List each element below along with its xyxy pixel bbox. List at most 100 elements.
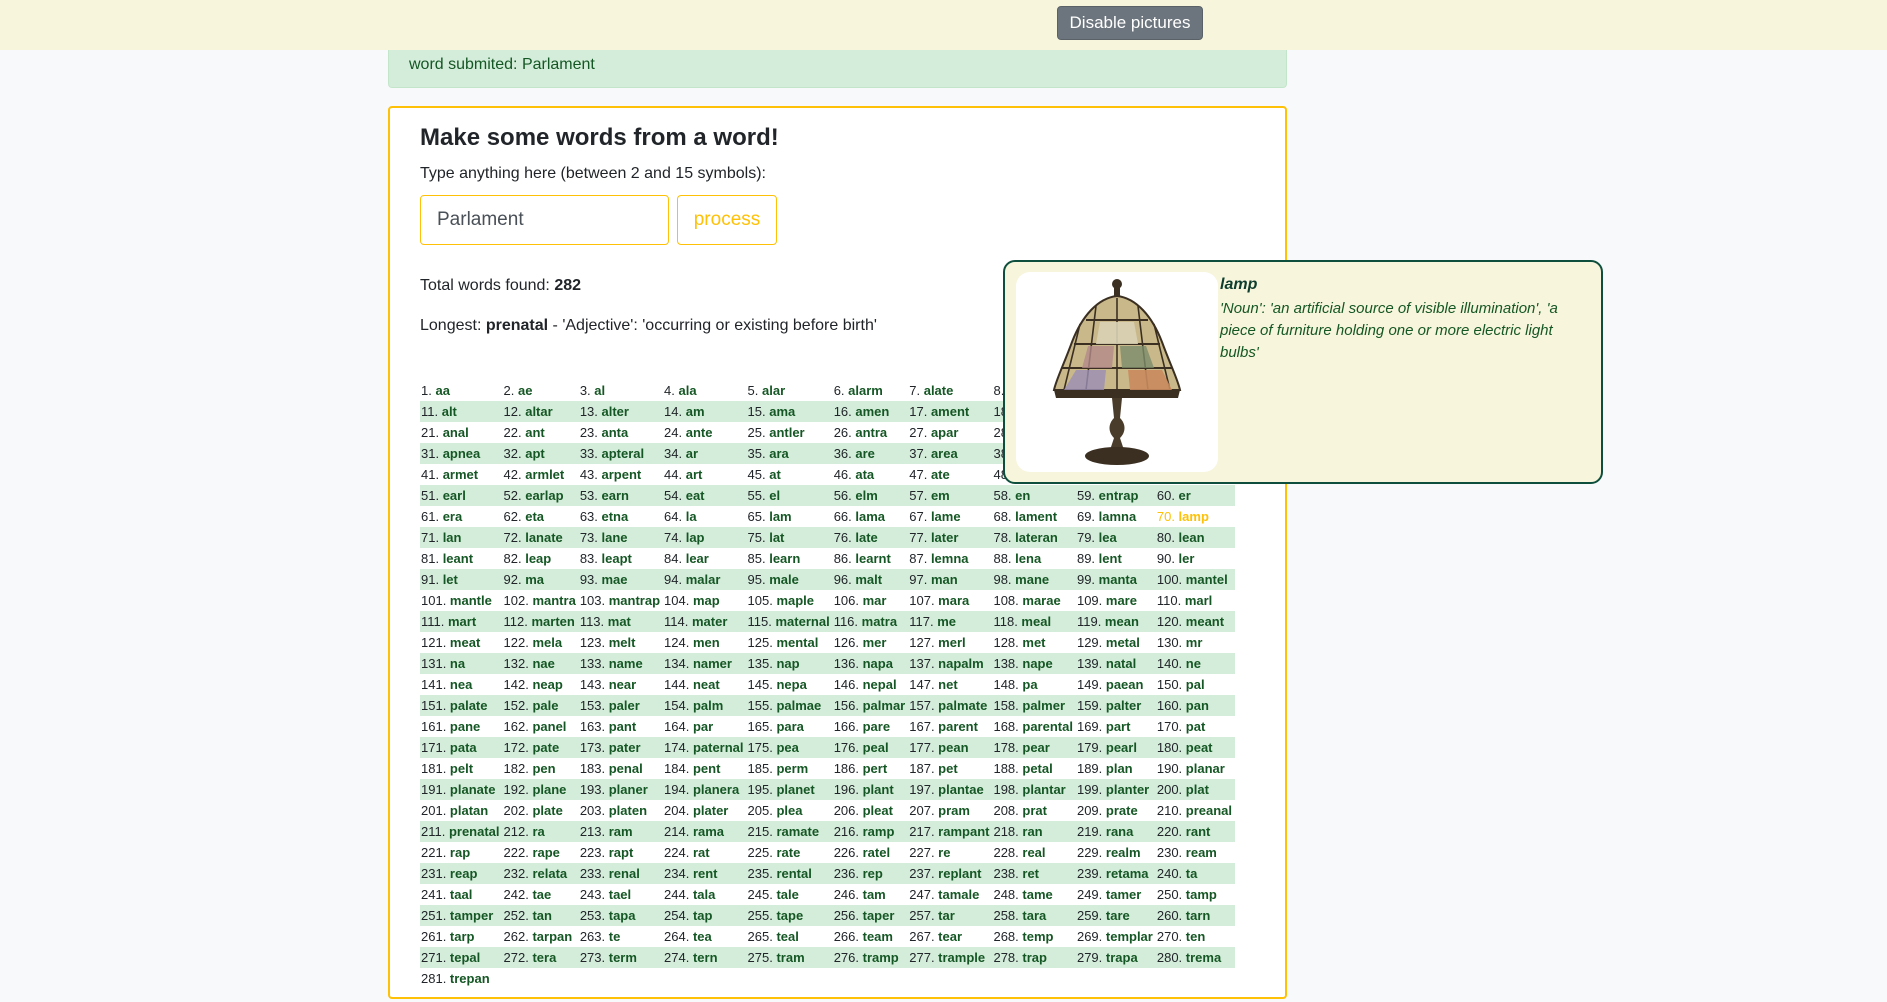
word-item[interactable]: 192. plane (502, 779, 579, 800)
word-item[interactable]: 249. tamer (1075, 884, 1156, 905)
word-item[interactable]: 41. armet (420, 464, 503, 485)
word-item[interactable]: 167. parent (908, 716, 993, 737)
word-item[interactable]: 239. retama (1075, 863, 1156, 884)
word-item[interactable]: 155. palmae (746, 695, 833, 716)
word-item[interactable]: 151. palate (420, 695, 503, 716)
word-item[interactable]: 14. am (663, 401, 747, 422)
word-item[interactable]: 127. merl (908, 632, 993, 653)
word-item[interactable]: 218. ran (992, 821, 1076, 842)
word-item[interactable]: 172. pate (502, 737, 579, 758)
word-item[interactable]: 131. na (420, 653, 503, 674)
word-item[interactable]: 44. art (663, 464, 747, 485)
word-item[interactable]: 269. templar (1075, 926, 1156, 947)
word-item[interactable]: 223. rapt (578, 842, 664, 863)
word-item[interactable]: 144. neat (663, 674, 747, 695)
word-item[interactable]: 99. manta (1075, 569, 1156, 590)
word-item[interactable]: 221. rap (420, 842, 503, 863)
word-item[interactable]: 231. reap (420, 863, 503, 884)
word-item[interactable]: 281. trepan (420, 968, 503, 989)
word-item[interactable]: 11. alt (420, 401, 503, 422)
word-item[interactable]: 43. arpent (578, 464, 664, 485)
word-item[interactable]: 22. ant (502, 422, 579, 443)
word-item[interactable]: 280. trema (1155, 947, 1236, 968)
word-item[interactable]: 247. tamale (908, 884, 993, 905)
word-item[interactable]: 81. leant (420, 548, 503, 569)
word-item[interactable]: 235. rental (746, 863, 833, 884)
word-item[interactable]: 158. palmer (992, 695, 1076, 716)
word-item[interactable]: 113. mat (578, 611, 664, 632)
word-item[interactable]: 103. mantrap (578, 590, 664, 611)
word-item[interactable]: 230. ream (1155, 842, 1236, 863)
word-item[interactable]: 47. ate (908, 464, 993, 485)
word-item[interactable]: 265. teal (746, 926, 833, 947)
word-item[interactable]: 123. melt (578, 632, 664, 653)
word-item[interactable]: 102. mantra (502, 590, 579, 611)
word-item[interactable]: 64. la (663, 506, 747, 527)
word-item[interactable]: 196. plant (832, 779, 909, 800)
word-item[interactable]: 71. lan (420, 527, 503, 548)
word-item[interactable]: 183. penal (578, 758, 664, 779)
word-item[interactable]: 86. learnt (832, 548, 909, 569)
word-item[interactable]: 237. replant (908, 863, 993, 884)
word-item[interactable]: 120. meant (1155, 611, 1236, 632)
word-item[interactable]: 238. ret (992, 863, 1076, 884)
word-item[interactable]: 122. mela (502, 632, 579, 653)
word-item[interactable]: 157. palmate (908, 695, 993, 716)
word-item[interactable]: 244. tala (663, 884, 747, 905)
word-item[interactable]: 180. peat (1155, 737, 1236, 758)
word-item[interactable]: 170. pat (1155, 716, 1236, 737)
word-item[interactable]: 179. pearl (1075, 737, 1156, 758)
word-item[interactable]: 260. tarn (1155, 905, 1236, 926)
word-item[interactable]: 69. lamna (1075, 506, 1156, 527)
word-item[interactable]: 1. aa (420, 380, 503, 401)
word-item[interactable]: 72. lanate (502, 527, 579, 548)
word-item[interactable]: 197. plantae (908, 779, 993, 800)
word-item[interactable]: 246. tam (832, 884, 909, 905)
word-item[interactable]: 61. era (420, 506, 503, 527)
word-item[interactable]: 132. nae (502, 653, 579, 674)
word-item[interactable]: 51. earl (420, 485, 503, 506)
word-item[interactable]: 6. alarm (832, 380, 909, 401)
word-item[interactable]: 154. palm (663, 695, 747, 716)
word-item[interactable]: 163. pant (578, 716, 664, 737)
word-item[interactable]: 97. man (908, 569, 993, 590)
word-item[interactable]: 124. men (663, 632, 747, 653)
word-item[interactable]: 278. trap (992, 947, 1076, 968)
word-item[interactable]: 270. ten (1155, 926, 1236, 947)
word-item[interactable]: 142. neap (502, 674, 579, 695)
word-item[interactable]: 55. el (746, 485, 833, 506)
word-item[interactable]: 210. preanal (1155, 800, 1236, 821)
word-item[interactable]: 264. tea (663, 926, 747, 947)
word-item[interactable]: 149. paean (1075, 674, 1156, 695)
word-item[interactable]: 227. re (908, 842, 993, 863)
word-item[interactable]: 67. lame (908, 506, 993, 527)
word-item[interactable]: 130. mr (1155, 632, 1236, 653)
word-item[interactable]: 73. lane (578, 527, 664, 548)
word-item[interactable]: 35. ara (746, 443, 833, 464)
word-item[interactable]: 57. em (908, 485, 993, 506)
word-item[interactable]: 13. alter (578, 401, 664, 422)
word-item[interactable]: 273. term (578, 947, 664, 968)
word-item[interactable]: 150. pal (1155, 674, 1236, 695)
word-item[interactable]: 147. net (908, 674, 993, 695)
word-item[interactable]: 253. tapa (578, 905, 664, 926)
word-item[interactable]: 211. prenatal (420, 821, 503, 842)
word-item[interactable]: 21. anal (420, 422, 503, 443)
word-item[interactable]: 137. napalm (908, 653, 993, 674)
word-item[interactable]: 188. petal (992, 758, 1076, 779)
word-item[interactable]: 173. pater (578, 737, 664, 758)
word-item[interactable]: 209. prate (1075, 800, 1156, 821)
word-item[interactable]: 259. tare (1075, 905, 1156, 926)
word-item[interactable]: 233. renal (578, 863, 664, 884)
word-item[interactable]: 74. lap (663, 527, 747, 548)
word-item[interactable]: 191. planate (420, 779, 503, 800)
word-item[interactable]: 36. are (832, 443, 909, 464)
word-item[interactable]: 266. team (832, 926, 909, 947)
word-item[interactable]: 106. mar (832, 590, 909, 611)
word-item[interactable]: 63. etna (578, 506, 664, 527)
word-item[interactable]: 54. eat (663, 485, 747, 506)
word-item[interactable]: 222. rape (502, 842, 579, 863)
word-item[interactable]: 195. planet (746, 779, 833, 800)
word-item[interactable]: 184. pent (663, 758, 747, 779)
word-item[interactable]: 164. par (663, 716, 747, 737)
